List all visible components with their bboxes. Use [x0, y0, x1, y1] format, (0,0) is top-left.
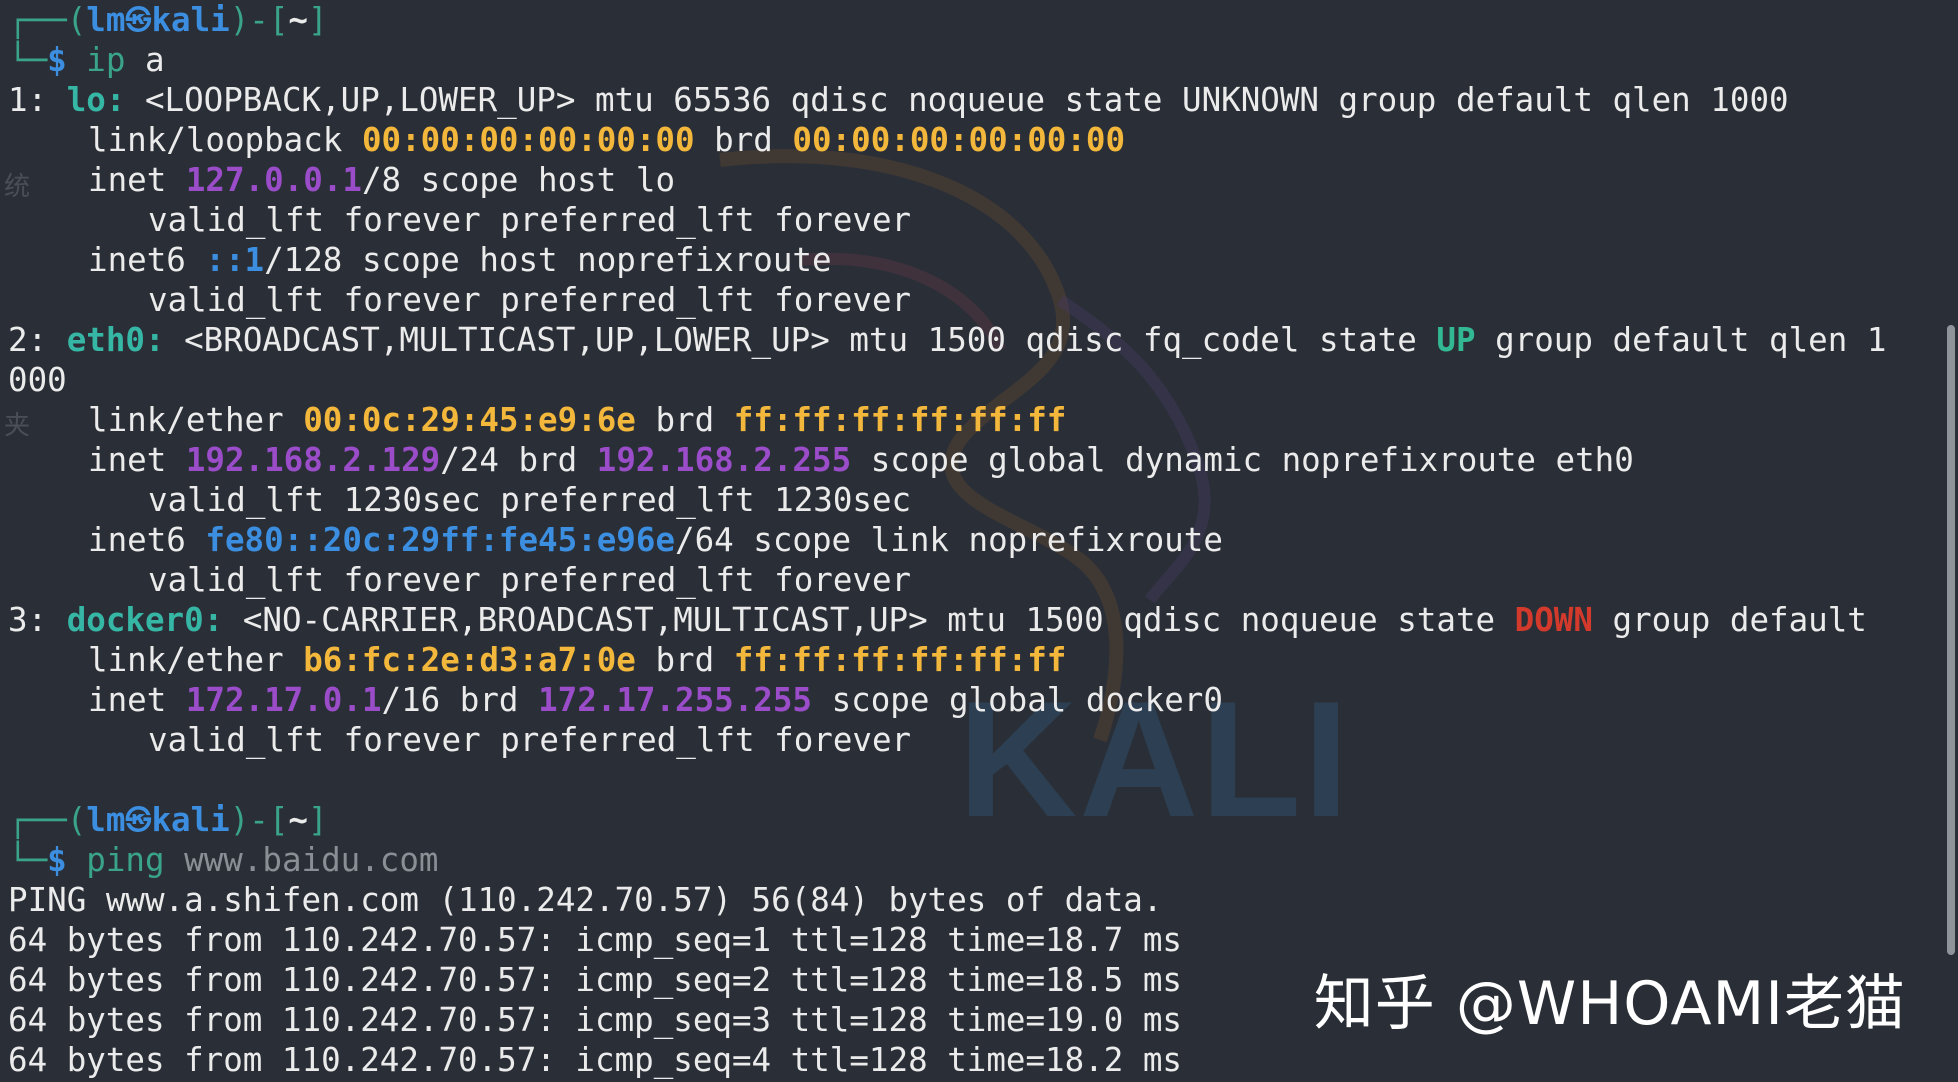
- link-label: link/ether: [88, 641, 304, 679]
- brd-label: brd: [635, 641, 734, 679]
- brd-mac: ff:ff:ff:ff:ff:ff: [733, 401, 1067, 439]
- scrollbar-thumb[interactable]: [1947, 325, 1955, 955]
- mac-address: b6:fc:2e:d3:a7:0e: [303, 641, 636, 679]
- iface-number: 1:: [8, 81, 67, 119]
- inet-brd: 192.168.2.255: [596, 441, 852, 479]
- prompt-host: kali: [151, 801, 230, 839]
- prompt-line-bottom: └─$ ping www.baidu.com: [8, 840, 1932, 880]
- state-down: DOWN: [1514, 601, 1593, 639]
- prompt-bracket: )-[: [229, 1, 289, 39]
- valid-line: valid_lft forever preferred_lft forever: [148, 721, 912, 759]
- iface-flags-tail: group default: [1592, 601, 1867, 639]
- prompt-line-top: ┌──(lm㉿kali)-[~]: [8, 800, 1932, 840]
- inet-mid: /16 brd: [381, 681, 539, 719]
- inet-line: inet 192.168.2.129/24 brd 192.168.2.255 …: [8, 440, 1932, 480]
- link-label: link/loopback: [88, 121, 362, 159]
- inet6-line: inet6 fe80::20c:29ff:fe45:e96e/64 scope …: [8, 520, 1932, 560]
- inet6-line: inet6 ::1/128 scope host noprefixroute: [8, 240, 1932, 280]
- prompt-user: lm: [86, 801, 126, 839]
- inet-label: inet: [88, 441, 186, 479]
- command-name: ping: [86, 841, 165, 879]
- inet6-rest: /128 scope host noprefixroute: [264, 241, 832, 279]
- command-name: ip: [86, 41, 126, 79]
- wrapped-text: 000: [8, 361, 67, 399]
- inet-ip: 192.168.2.129: [185, 441, 441, 479]
- kali-skull-icon: ㉿: [125, 6, 152, 36]
- zhihu-watermark: 知乎 @WHOAMI老猫: [1313, 969, 1906, 1039]
- inet-line: inet 172.17.0.1/16 brd 172.17.255.255 sc…: [8, 680, 1932, 720]
- command-args: a: [125, 41, 165, 79]
- inet6-rest: /64 scope link noprefixroute: [675, 521, 1223, 559]
- inet6-ip: fe80::20c:29ff:fe45:e96e: [205, 521, 676, 559]
- iface-flags: <LOOPBACK,UP,LOWER_UP> mtu 65536 qdisc n…: [125, 81, 1789, 119]
- prompt-host: kali: [151, 1, 230, 39]
- iface-header: 3: docker0: <NO-CARRIER,BROADCAST,MULTIC…: [8, 600, 1932, 640]
- prompt-corner: └─: [8, 41, 48, 79]
- iface-flags: <NO-CARRIER,BROADCAST,MULTICAST,UP> mtu …: [223, 601, 1515, 639]
- link-line: link/ether 00:0c:29:45:e9:6e brd ff:ff:f…: [8, 400, 1932, 440]
- inet6-label: inet6: [88, 521, 206, 559]
- iface-number: 3:: [8, 601, 67, 639]
- brd-label: brd: [635, 401, 734, 439]
- kali-skull-icon: ㉿: [125, 806, 152, 836]
- ping-header: PING www.a.shifen.com (110.242.70.57) 56…: [8, 881, 1163, 919]
- iface-name: docker0:: [66, 601, 224, 639]
- inet-rest: scope global docker0: [812, 681, 1223, 719]
- command-args: www.baidu.com: [164, 841, 439, 879]
- prompt-corner: ┌──(: [8, 801, 87, 839]
- prompt-dollar: $: [47, 841, 87, 879]
- prompt-bracket: )-[: [229, 801, 289, 839]
- iface-header: 2: eth0: <BROADCAST,MULTICAST,UP,LOWER_U…: [8, 320, 1932, 360]
- iface-name: lo:: [66, 81, 126, 119]
- inet-brd: 172.17.255.255: [538, 681, 812, 719]
- prompt-cwd: ~: [288, 801, 308, 839]
- inet-label: inet: [88, 681, 186, 719]
- iface-flags: <BROADCAST,MULTICAST,UP,LOWER_UP> mtu 15…: [164, 321, 1437, 359]
- inet-mid: /24 brd: [440, 441, 597, 479]
- ping-reply: 64 bytes from 110.242.70.57: icmp_seq=4 …: [8, 1041, 1182, 1079]
- iface-number: 2:: [8, 321, 67, 359]
- iface-header: 1: lo: <LOOPBACK,UP,LOWER_UP> mtu 65536 …: [8, 80, 1932, 120]
- terminal-output[interactable]: ┌──(lm㉿kali)-[~] └─$ ip a 1: lo: <LOOPBA…: [8, 0, 1932, 1080]
- link-line: link/ether b6:fc:2e:d3:a7:0e brd ff:ff:f…: [8, 640, 1932, 680]
- prompt-bracket-end: ]: [308, 801, 328, 839]
- inet-rest: scope global dynamic noprefixroute eth0: [851, 441, 1634, 479]
- prompt-cwd: ~: [288, 1, 308, 39]
- prompt-corner: └─: [8, 841, 48, 879]
- brd-mac: ff:ff:ff:ff:ff:ff: [733, 641, 1067, 679]
- ping-reply: 64 bytes from 110.242.70.57: icmp_seq=1 …: [8, 921, 1182, 959]
- mac-address: 00:0c:29:45:e9:6e: [303, 401, 636, 439]
- prompt-bracket-end: ]: [308, 1, 328, 39]
- inet-rest: /8 scope host lo: [361, 161, 676, 199]
- valid-line: valid_lft 1230sec preferred_lft 1230sec: [148, 481, 912, 519]
- prompt-line-bottom: └─$ ip a: [8, 40, 1932, 80]
- valid-line: valid_lft forever preferred_lft forever: [148, 561, 912, 599]
- link-label: link/ether: [88, 401, 304, 439]
- inet-label: inet: [88, 161, 186, 199]
- iface-name: eth0:: [66, 321, 165, 359]
- brd-label: brd: [694, 121, 793, 159]
- inet-line: inet 127.0.0.1/8 scope host lo: [8, 160, 1932, 200]
- prompt-dollar: $: [47, 41, 87, 79]
- prompt-user: lm: [86, 1, 126, 39]
- inet-ip: 172.17.0.1: [185, 681, 382, 719]
- valid-line: valid_lft forever preferred_lft forever: [148, 281, 912, 319]
- valid-line: valid_lft forever preferred_lft forever: [148, 201, 912, 239]
- mac-address: 00:00:00:00:00:00: [361, 121, 695, 159]
- inet6-label: inet6: [88, 241, 206, 279]
- brd-mac: 00:00:00:00:00:00: [792, 121, 1126, 159]
- inet6-ip: ::1: [205, 241, 265, 279]
- state-up: UP: [1436, 321, 1476, 359]
- prompt-corner: ┌──(: [8, 1, 87, 39]
- prompt-line-top: ┌──(lm㉿kali)-[~]: [8, 0, 1932, 40]
- iface-flags-tail: group default qlen 1: [1475, 321, 1887, 359]
- inet-ip: 127.0.0.1: [185, 161, 362, 199]
- link-line: link/loopback 00:00:00:00:00:00 brd 00:0…: [8, 120, 1932, 160]
